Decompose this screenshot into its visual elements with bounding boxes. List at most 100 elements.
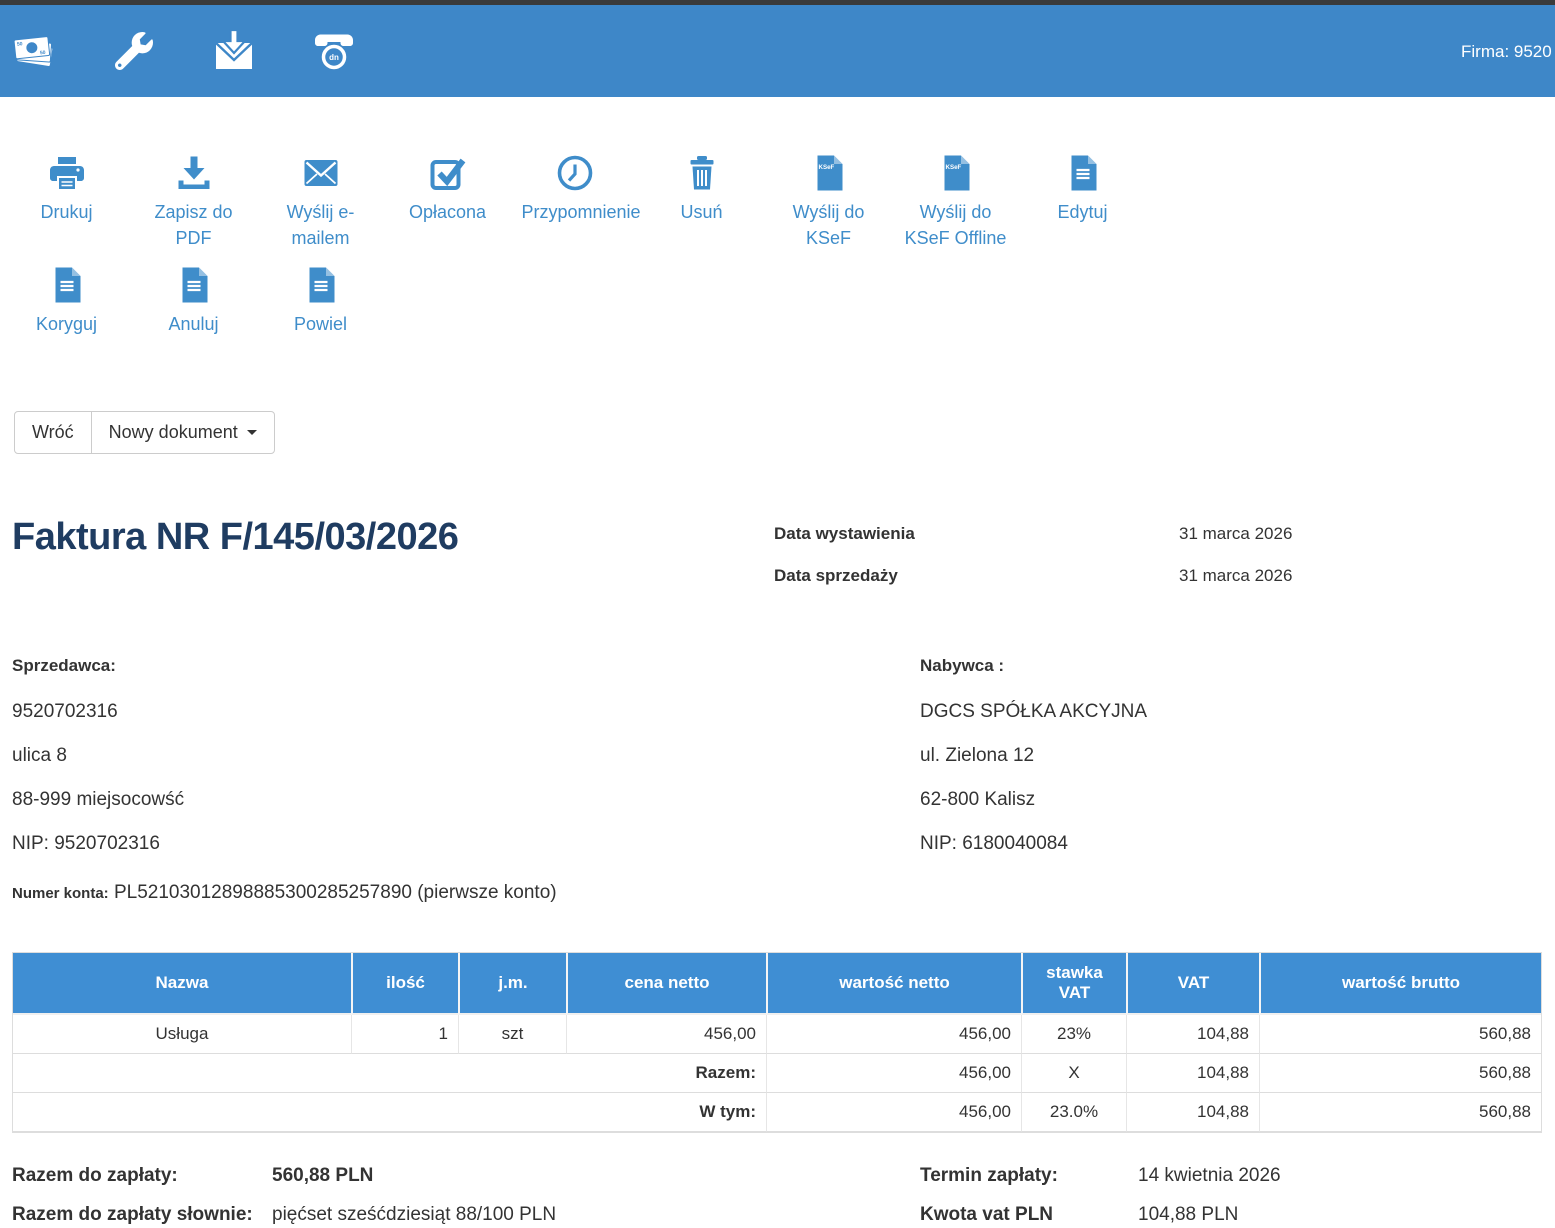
- item-net-value: 456,00: [766, 1015, 1021, 1054]
- toolbar-button-przypomnienie[interactable]: Przypomnienie: [511, 153, 638, 251]
- buyer-city: 62-800 Kalisz: [920, 788, 1555, 811]
- back-button[interactable]: Wróć: [14, 411, 92, 454]
- vat-amount-value: 104,88 PLN: [1138, 1202, 1238, 1228]
- invoice-title: Faktura NR F/145/03/2026: [12, 516, 458, 559]
- total-due-label: Razem do zapłaty:: [12, 1163, 272, 1189]
- toolbar-label: Wyślij do KSeF Offline: [903, 199, 1009, 251]
- seller-account-line: Numer konta: PL5210301289888530028525789…: [12, 876, 587, 910]
- toolbar-button-powiel[interactable]: Powiel: [257, 265, 384, 363]
- invoice-items-table: Nazwa ilość j.m. cena netto wartość nett…: [12, 952, 1542, 1133]
- toolbar-label: Edytuj: [1057, 199, 1107, 225]
- phone-icon[interactable]: dn: [310, 27, 358, 75]
- toolbar-label: Wyślij do KSeF: [776, 199, 882, 251]
- toolbar-button-anuluj[interactable]: Anuluj: [130, 265, 257, 363]
- toolbar-label: Drukuj: [40, 199, 92, 225]
- amount-in-words-value: pięćset sześćdziesiąt 88/100 PLN: [272, 1202, 920, 1228]
- item-vat-rate: 23%: [1021, 1015, 1126, 1054]
- parties-section: Sprzedawca: 9520702316 ulica 8 88-999 mi…: [0, 656, 1555, 910]
- mail-download-icon[interactable]: [210, 27, 258, 75]
- toolbar-button-koryguj[interactable]: Koryguj: [3, 265, 130, 363]
- payment-due-label: Termin zapłaty:: [920, 1163, 1138, 1189]
- new-document-label: Nowy dokument: [109, 422, 238, 443]
- column-header-stawka-vat: stawka VAT: [1021, 953, 1126, 1015]
- summary-row-w-tym: W tym: 456,00 23.0% 104,88 560,88: [13, 1093, 1541, 1132]
- toolbar-button-wyslij-do-ksef[interactable]: KSeF Wyślij do KSeF: [765, 153, 892, 251]
- toolbar-button-wyslij-e-mailem[interactable]: Wyślij e-mailem: [257, 153, 384, 251]
- issue-date-label: Data wystawienia: [774, 524, 1179, 544]
- summary-gross-value: 560,88: [1259, 1093, 1541, 1132]
- document-icon: [301, 265, 341, 305]
- account-number-value: PL52103012898885300285257890 (pierwsze k…: [114, 882, 557, 903]
- svg-text:KSeF: KSeF: [945, 164, 961, 171]
- toolbar-label: Opłacona: [409, 199, 486, 225]
- summary-gross-value: 560,88: [1259, 1054, 1541, 1093]
- caret-down-icon: [247, 430, 257, 435]
- summary-net-value: 456,00: [766, 1054, 1021, 1093]
- seller-street: ulica 8: [12, 744, 920, 767]
- toolbar-label: Zapisz do PDF: [141, 199, 247, 251]
- ksef-document-icon: KSeF: [809, 153, 849, 193]
- item-vat-amount: 104,88: [1126, 1015, 1259, 1054]
- summary-vat-amount: 104,88: [1126, 1093, 1259, 1132]
- toolbar-label: Wyślij e-mailem: [268, 199, 374, 251]
- document-icon: [47, 265, 87, 305]
- invoice-dates: Data wystawienia 31 marca 2026 Data sprz…: [774, 516, 1541, 608]
- toolbar-label: Usuń: [680, 199, 722, 225]
- summary-label: W tym:: [13, 1093, 766, 1132]
- buyer-nip: NIP: 6180040084: [920, 832, 1555, 855]
- seller-name: 9520702316: [12, 700, 920, 723]
- summary-row-razem: Razem: 456,00 X 104,88 560,88: [13, 1054, 1541, 1093]
- issue-date-row: Data wystawienia 31 marca 2026: [774, 524, 1541, 544]
- column-header-wartosc-brutto: wartość brutto: [1259, 953, 1541, 1015]
- toolbar-label: Koryguj: [36, 311, 97, 337]
- issue-date-value: 31 marca 2026: [1179, 524, 1292, 544]
- column-header-nazwa: Nazwa: [13, 953, 351, 1015]
- envelope-icon: [301, 153, 341, 193]
- item-quantity: 1: [351, 1015, 458, 1054]
- column-header-vat: VAT: [1126, 953, 1259, 1015]
- printer-icon: [47, 153, 87, 193]
- top-navigation-bar: 50 50 dn Firma: 9520: [0, 5, 1555, 97]
- toolbar-button-zapisz-do-pdf[interactable]: Zapisz do PDF: [130, 153, 257, 251]
- summary-vat-rate: X: [1021, 1054, 1126, 1093]
- toolbar-button-drukuj[interactable]: Drukuj: [3, 153, 130, 251]
- total-row: Razem do zapłaty: 560,88 PLN Termin zapł…: [0, 1163, 1555, 1189]
- seller-nip: NIP: 9520702316: [12, 832, 920, 855]
- buyer-street: ul. Zielona 12: [920, 744, 1555, 767]
- account-number-label: Numer konta:: [12, 885, 109, 902]
- new-document-dropdown-button[interactable]: Nowy dokument: [91, 411, 275, 454]
- toolbar-button-wyslij-do-ksef-offline[interactable]: KSeF Wyślij do KSeF Offline: [892, 153, 1019, 251]
- summary-vat-rate: 23.0%: [1021, 1093, 1126, 1132]
- svg-text:50: 50: [17, 41, 23, 48]
- money-banknotes-icon[interactable]: 50 50: [10, 27, 58, 75]
- buyer-heading: Nabywca :: [920, 656, 1555, 676]
- item-row: Usługa 1 szt 456,00 456,00 23% 104,88 56…: [13, 1015, 1541, 1054]
- buyer-name: DGCS SPÓŁKA AKCYJNA: [920, 700, 1555, 723]
- column-header-cena-netto: cena netto: [566, 953, 766, 1015]
- invoice-footer: Razem do zapłaty: 560,88 PLN Termin zapł…: [0, 1163, 1555, 1228]
- document-header: Faktura NR F/145/03/2026 Data wystawieni…: [0, 516, 1555, 608]
- amount-in-words-label: Razem do zapłaty słownie:: [12, 1202, 272, 1228]
- seller-city: 88-999 miejsocowść: [12, 788, 920, 811]
- buyer-block: Nabywca : DGCS SPÓŁKA AKCYJNA ul. Zielon…: [920, 656, 1555, 910]
- seller-heading: Sprzedawca:: [12, 656, 920, 676]
- toolbar-button-edytuj[interactable]: Edytuj: [1019, 153, 1146, 251]
- column-header-ilosc: ilość: [351, 953, 458, 1015]
- summary-vat-amount: 104,88: [1126, 1054, 1259, 1093]
- wrench-icon[interactable]: [110, 27, 158, 75]
- table-header-row: Nazwa ilość j.m. cena netto wartość nett…: [13, 953, 1541, 1015]
- item-net-price: 456,00: [566, 1015, 766, 1054]
- vat-amount-label: Kwota vat PLN: [920, 1202, 1138, 1228]
- summary-label: Razem:: [13, 1054, 766, 1093]
- document-icon: [174, 265, 214, 305]
- toolbar-label: Powiel: [294, 311, 347, 337]
- sale-date-label: Data sprzedaży: [774, 566, 1179, 586]
- toolbar-label: Przypomnienie: [522, 199, 628, 225]
- amount-in-words-row: Razem do zapłaty słownie: pięćset sześćd…: [0, 1202, 1555, 1228]
- ksef-document-icon: KSeF: [936, 153, 976, 193]
- clock-icon: [555, 153, 595, 193]
- toolbar-button-oplacona[interactable]: Opłacona: [384, 153, 511, 251]
- checkbox-check-icon: [428, 153, 468, 193]
- toolbar-button-usun[interactable]: Usuń: [638, 153, 765, 251]
- svg-text:KSeF: KSeF: [818, 164, 834, 171]
